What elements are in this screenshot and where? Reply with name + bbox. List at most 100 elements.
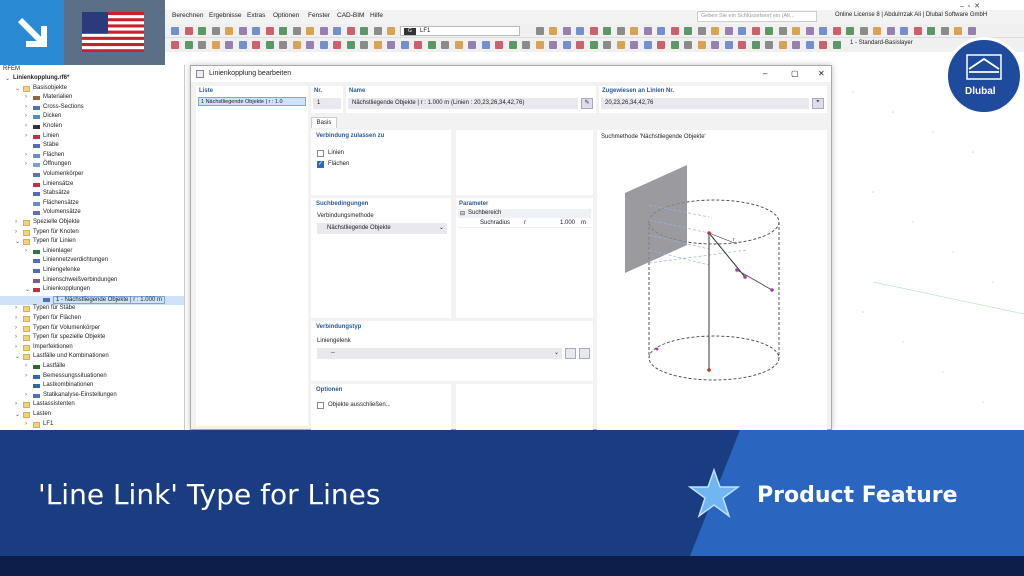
tree-item[interactable]: ⌄ Typen für Linien — [0, 238, 184, 248]
toolbar-tool-icon[interactable] — [940, 27, 949, 35]
toolbar-tool-icon[interactable] — [792, 41, 800, 49]
toolbar-tool-icon[interactable] — [576, 41, 584, 49]
toolbar-tool-icon[interactable] — [778, 27, 787, 35]
toolbar-tool-icon[interactable] — [657, 41, 665, 49]
toolbar-tool-icon[interactable] — [279, 41, 287, 49]
collapse-chevron-icon[interactable]: › — [15, 334, 17, 340]
toolbar-tool-icon[interactable] — [441, 41, 449, 49]
tree-item[interactable]: Stabsätze — [0, 190, 184, 200]
toolbar-tool-icon[interactable] — [616, 41, 625, 49]
exclude-objects-checkbox[interactable] — [317, 402, 324, 409]
toolbar-tool-icon[interactable] — [427, 41, 436, 49]
toolbar-tool-icon[interactable] — [846, 27, 854, 35]
toolbar-tool-icon[interactable] — [171, 27, 179, 35]
collapse-chevron-icon[interactable]: › — [25, 421, 27, 427]
collapse-chevron-icon[interactable]: › — [25, 161, 27, 167]
toolbar-tool-icon[interactable] — [373, 27, 382, 35]
expand-chevron-icon[interactable]: ⌄ — [15, 411, 20, 418]
layer-select[interactable]: 1 - Standard-Basislayer — [850, 40, 930, 50]
toolbar-tool-icon[interactable] — [711, 41, 719, 49]
select-lines-button[interactable]: ⌖ — [812, 98, 824, 109]
toolbar-tool-icon[interactable] — [549, 41, 557, 49]
toolbar-tool-icon[interactable] — [684, 27, 692, 35]
tree-item[interactable]: › Flächen — [0, 152, 184, 162]
toolbar-tool-icon[interactable] — [279, 27, 287, 35]
toolbar-tool-icon[interactable] — [252, 41, 260, 49]
toolbar-tool-icon[interactable] — [603, 27, 611, 35]
tree-item[interactable]: Flächensätze — [0, 200, 184, 210]
toolbar-tool-icon[interactable] — [562, 27, 571, 35]
tree-item[interactable]: › LF1 — [0, 421, 184, 430]
menu-ergebnisse[interactable]: Ergebnisse — [209, 12, 242, 19]
tree-item[interactable]: Liniensätze — [0, 181, 184, 191]
menu-fenster[interactable]: Fenster — [308, 12, 330, 19]
toolbar-tool-icon[interactable] — [697, 27, 706, 35]
toolbar-tool-icon[interactable] — [319, 41, 328, 49]
toolbar-tool-icon[interactable] — [495, 41, 503, 49]
toolbar-tool-icon[interactable] — [522, 41, 530, 49]
toolbar-tool-icon[interactable] — [927, 27, 935, 35]
minimize-button[interactable]: – — [763, 69, 767, 78]
collapse-chevron-icon[interactable]: › — [25, 392, 27, 398]
menu-hilfe[interactable]: Hilfe — [370, 12, 383, 19]
toolbar-tool-icon[interactable] — [387, 41, 395, 49]
toolbar-tool-icon[interactable] — [805, 27, 814, 35]
tree-item[interactable]: › Öffnungen — [0, 161, 184, 171]
toolbar-tool-icon[interactable] — [211, 41, 220, 49]
toolbar-tool-icon[interactable] — [738, 41, 746, 49]
toolbar-tool-icon[interactable] — [913, 27, 922, 35]
lines-checkbox[interactable] — [317, 150, 324, 157]
toolbar-tool-icon[interactable] — [738, 27, 746, 35]
load-case-select[interactable]: G LF1 — [400, 26, 520, 36]
close-button[interactable]: ✕ — [818, 69, 825, 78]
collapse-chevron-icon[interactable]: › — [25, 363, 27, 369]
collapse-chevron-icon[interactable]: › — [15, 229, 17, 235]
toolbar-tool-icon[interactable] — [589, 41, 598, 49]
toolbar-tool-icon[interactable] — [198, 41, 206, 49]
tree-item[interactable]: › Typen für Flächen — [0, 315, 184, 325]
toolbar-tool-icon[interactable] — [454, 41, 463, 49]
tree-item[interactable]: ⌄ Linienkopplungen — [0, 286, 184, 296]
tree-item[interactable]: 1 - Nächstliegende Objekte | r : 1.000 m — [0, 295, 184, 306]
collapse-chevron-icon[interactable]: › — [15, 401, 17, 407]
toolbar-tool-icon[interactable] — [873, 27, 881, 35]
tree-item[interactable]: › Imperfektionen — [0, 344, 184, 354]
collapse-chevron-icon[interactable]: › — [25, 248, 27, 254]
toolbar-tool-icon[interactable] — [360, 27, 368, 35]
toolbar-tool-icon[interactable] — [346, 41, 355, 49]
toolbar-tool-icon[interactable] — [859, 27, 868, 35]
toolbar-tool-icon[interactable] — [346, 27, 355, 35]
tree-item[interactable]: ⌄ Lastfälle und Kombinationen — [0, 353, 184, 363]
collapse-chevron-icon[interactable]: › — [15, 315, 17, 321]
toolbar-tool-icon[interactable] — [360, 41, 368, 49]
toolbar-tool-icon[interactable] — [252, 27, 260, 35]
toolbar-tool-icon[interactable] — [751, 27, 760, 35]
toolbar-tool-icon[interactable] — [589, 27, 598, 35]
tree-item[interactable]: › Bemessungssituationen — [0, 373, 184, 383]
toolbar-tool-icon[interactable] — [265, 27, 274, 35]
toolbar-tool-icon[interactable] — [954, 27, 962, 35]
toolbar-tool-icon[interactable] — [967, 27, 976, 35]
toolbar-tool-icon[interactable] — [630, 27, 638, 35]
toolbar-tool-icon[interactable] — [724, 27, 733, 35]
toolbar-tool-icon[interactable] — [576, 27, 584, 35]
collapse-chevron-icon[interactable]: › — [25, 152, 27, 158]
menu-berechnen[interactable]: Berechnen — [172, 12, 203, 19]
toolbar-tool-icon[interactable] — [886, 27, 895, 35]
list-item[interactable]: 1 Nächstliegende Objekte | r : 1.0 — [198, 97, 306, 106]
toolbar-tool-icon[interactable] — [333, 27, 341, 35]
toolbar-tool-icon[interactable] — [292, 41, 301, 49]
toolbar-tool-icon[interactable] — [306, 41, 314, 49]
menu-extras[interactable]: Extras — [247, 12, 265, 19]
tab-basis[interactable]: Basis — [311, 117, 337, 128]
tree-item[interactable]: Linienschweißverbindungen — [0, 277, 184, 287]
toolbar-tool-icon[interactable] — [778, 41, 787, 49]
toolbar-tool-icon[interactable] — [765, 27, 773, 35]
toolbar-tool-icon[interactable] — [711, 27, 719, 35]
toolbar-tool-icon[interactable] — [400, 41, 409, 49]
tree-item[interactable]: Lastkombinationen — [0, 382, 184, 392]
expand-chevron-icon[interactable]: ⌄ — [15, 353, 20, 360]
hinge-select[interactable]: -- ⌄ — [317, 348, 562, 359]
toolbar-tool-icon[interactable] — [832, 27, 841, 35]
tree-item[interactable]: › Lastassistenten — [0, 401, 184, 411]
